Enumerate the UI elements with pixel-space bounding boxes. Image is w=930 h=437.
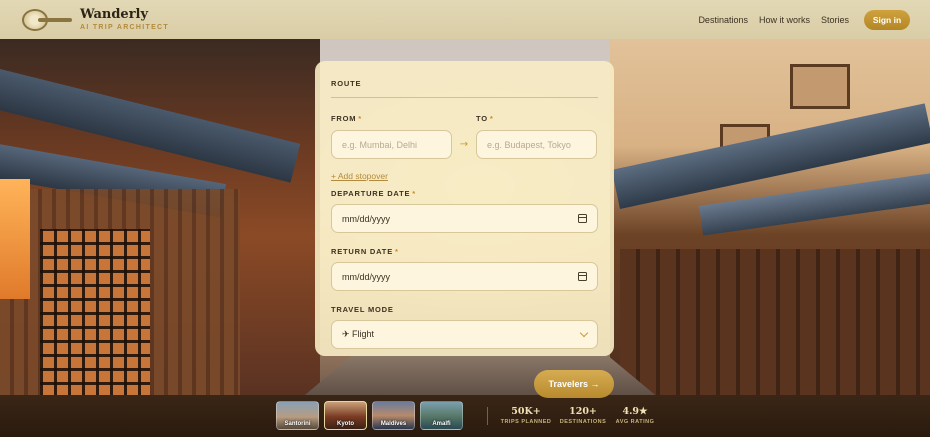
arrow-right-icon: → bbox=[459, 139, 469, 150]
logo-icon bbox=[22, 8, 72, 32]
add-stopover-link[interactable]: + Add stopover bbox=[331, 171, 598, 181]
bottom-bar: Santorini Kyoto Maldives Amalfi 50K+ TRI… bbox=[0, 395, 930, 437]
sign-in-button[interactable]: Sign in bbox=[864, 9, 910, 30]
calendar-icon[interactable] bbox=[578, 214, 587, 223]
from-label: FROM * bbox=[331, 114, 362, 123]
destination-thumbnails: Santorini Kyoto Maldives Amalfi bbox=[276, 401, 463, 430]
to-label: TO * bbox=[476, 114, 494, 123]
departure-date-value: mm/dd/yyyy bbox=[342, 213, 391, 224]
from-field-group: FROM * e.g. Mumbai, Delhi bbox=[331, 114, 452, 159]
calendar-icon[interactable] bbox=[578, 272, 587, 281]
top-header: Wanderly AI TRIP ARCHITECT Destinations … bbox=[0, 0, 930, 39]
nav-link-stories[interactable]: Stories bbox=[821, 15, 849, 25]
route-row: FROM * e.g. Mumbai, Delhi → TO * e.g. Buda… bbox=[331, 114, 598, 159]
departure-date-input[interactable]: mm/dd/yyyy bbox=[331, 204, 598, 233]
travel-mode-field-group: TRAVEL MODE ✈ Flight bbox=[331, 305, 598, 349]
main-nav: Destinations How it works Stories Sign i… bbox=[698, 9, 910, 30]
travelers-next-button[interactable]: Travelers → bbox=[534, 370, 614, 398]
brand-tagline: AI TRIP ARCHITECT bbox=[80, 24, 169, 31]
stat-trips-planned: 50K+ TRIPS PLANNED bbox=[500, 406, 552, 425]
right-window bbox=[790, 64, 850, 109]
departure-field-group: DEPARTURE DATE * mm/dd/yyyy bbox=[331, 189, 598, 233]
destination-thumb-amalfi[interactable]: Amalfi bbox=[420, 401, 463, 430]
return-date-value: mm/dd/yyyy bbox=[342, 271, 391, 282]
trip-form-card: ROUTE FROM * e.g. Mumbai, Delhi → TO * e.g… bbox=[315, 61, 614, 356]
nav-link-destinations[interactable]: Destinations bbox=[698, 15, 748, 25]
nav-link-how-it-works[interactable]: How it works bbox=[759, 15, 810, 25]
return-label: RETURN DATE * bbox=[331, 247, 399, 256]
stats-divider bbox=[487, 407, 488, 425]
return-field-group: RETURN DATE * mm/dd/yyyy bbox=[331, 247, 598, 291]
destination-thumb-santorini[interactable]: Santorini bbox=[276, 401, 319, 430]
left-lantern bbox=[0, 179, 30, 299]
route-section-title: ROUTE bbox=[331, 79, 598, 98]
brand-text: Wanderly AI TRIP ARCHITECT bbox=[80, 8, 169, 31]
departure-label: DEPARTURE DATE * bbox=[331, 189, 416, 198]
destination-thumb-kyoto[interactable]: Kyoto bbox=[324, 401, 367, 430]
lattice-window bbox=[40, 229, 150, 395]
brand-logo[interactable]: Wanderly AI TRIP ARCHITECT bbox=[22, 8, 169, 32]
destination-thumb-maldives[interactable]: Maldives bbox=[372, 401, 415, 430]
travel-mode-value: ✈ Flight bbox=[342, 329, 375, 339]
travel-mode-label: TRAVEL MODE bbox=[331, 305, 394, 314]
to-field-group: TO * e.g. Budapest, Tokyo bbox=[476, 114, 597, 159]
return-date-input[interactable]: mm/dd/yyyy bbox=[331, 262, 598, 291]
from-input[interactable]: e.g. Mumbai, Delhi bbox=[331, 130, 452, 159]
brand-name: Wanderly bbox=[80, 7, 149, 22]
stat-destinations: 120+ DESTINATIONS bbox=[559, 406, 607, 425]
stat-avg-rating: 4.9★ AVG RATING bbox=[615, 406, 655, 425]
to-input[interactable]: e.g. Budapest, Tokyo bbox=[476, 130, 597, 159]
right-wall bbox=[620, 249, 930, 395]
chevron-down-icon bbox=[579, 328, 589, 338]
travel-mode-select[interactable]: ✈ Flight bbox=[331, 320, 598, 349]
